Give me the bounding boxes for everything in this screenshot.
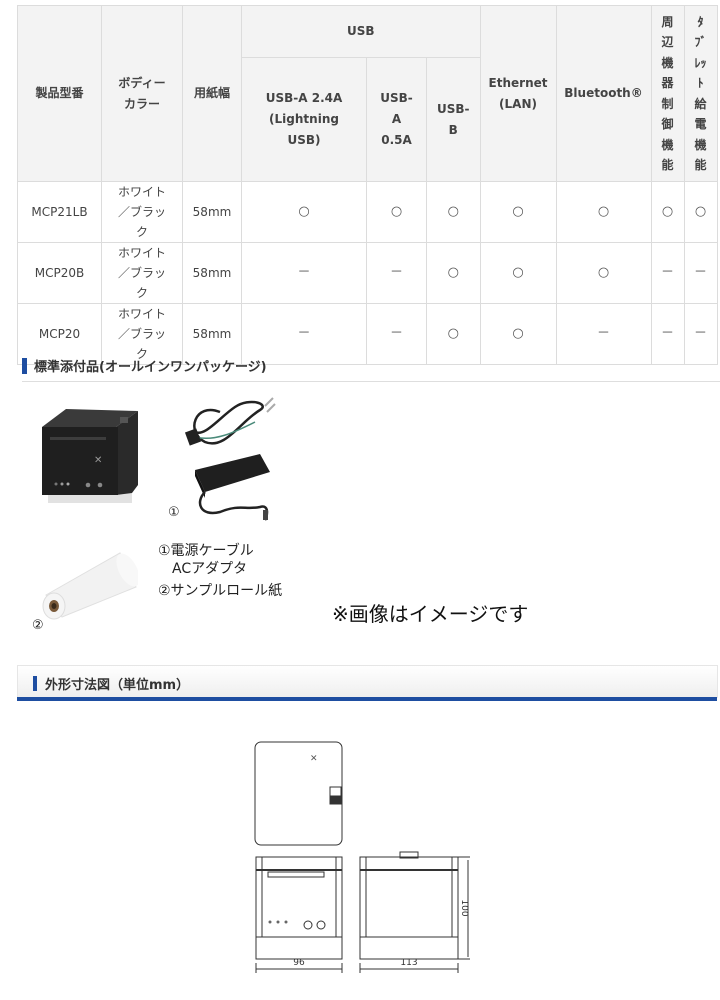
cell-model: MCP21LB xyxy=(17,181,102,243)
dimension-width-label: 96 xyxy=(293,958,305,968)
cell-usb-b: ○ xyxy=(426,242,481,304)
svg-text:✕: ✕ xyxy=(94,455,102,466)
heading-accent-bar xyxy=(22,357,27,374)
cell-bluetooth: ○ xyxy=(555,181,652,243)
accessories-heading-text: 標準添付品(オールインワンパッケージ) xyxy=(34,360,267,375)
dimensions-heading: 外形寸法図（単位mm） xyxy=(17,665,718,698)
cell-paper: 58mm xyxy=(182,242,242,304)
header-ethernet: Ethernet (LAN) xyxy=(479,5,557,182)
dimension-depth-label: 113 xyxy=(400,958,417,968)
cell-tablet-power: － xyxy=(683,242,718,304)
header-usb-a-2-4a: USB-A 2.4A (Lightning USB) xyxy=(241,57,367,182)
dimension-height-label: 100 xyxy=(459,899,469,916)
cell-bluetooth: ○ xyxy=(555,242,652,304)
header-peripheral-control: 周辺機器制御機能 xyxy=(650,5,685,182)
top-view xyxy=(254,741,343,846)
cell-usb-b: ○ xyxy=(426,303,481,365)
legend-item: ①電源ケーブル xyxy=(158,543,254,559)
legend-item: ②サンプルロール紙 xyxy=(158,583,283,599)
heading-underline xyxy=(17,697,717,701)
header-model: 製品型番 xyxy=(17,5,102,182)
header-bluetooth: Bluetooth® xyxy=(555,5,652,182)
cell-usb-a-0-5a: － xyxy=(366,242,427,304)
cell-ethernet: ○ xyxy=(479,242,557,304)
header-paper-width: 用紙幅 xyxy=(182,5,242,182)
cell-ethernet: ○ xyxy=(479,303,557,365)
dimensions-heading-text: 外形寸法図（単位mm） xyxy=(45,678,190,693)
cell-peripheral: － xyxy=(650,303,685,365)
heading-accent-bar xyxy=(33,676,37,691)
cell-tablet-power: ○ xyxy=(683,181,718,243)
table-row: MCP20B ホワイト／ブラック 58mm － － ○ ○ ○ － － xyxy=(17,242,718,304)
cell-usb-a-0-5a: ○ xyxy=(366,181,427,243)
header-usb-b: USB-B xyxy=(426,57,481,182)
header-usb-a-0-5a: USB-A 0.5A xyxy=(366,57,427,182)
label-number-2: ② xyxy=(32,618,44,633)
divider xyxy=(22,381,720,382)
cell-usb-b: ○ xyxy=(426,181,481,243)
label-number-1: ① xyxy=(168,505,180,520)
cell-color: ホワイト／ブラック xyxy=(101,181,183,243)
spec-table: 製品型番 ボディーカラー 用紙幅 USB Ethernet (LAN) Blue… xyxy=(17,5,718,365)
cell-color: ホワイト／ブラック xyxy=(101,242,183,304)
cell-tablet-power: － xyxy=(683,303,718,365)
header-body-color: ボディーカラー xyxy=(101,5,183,182)
legend-item: ACアダプタ xyxy=(158,561,248,577)
cell-peripheral: － xyxy=(650,242,685,304)
svg-text:✕: ✕ xyxy=(310,754,318,764)
header-usb-group: USB xyxy=(241,5,481,58)
sample-roll-image xyxy=(42,552,138,620)
cell-ethernet: ○ xyxy=(479,181,557,243)
header-tablet-power: ﾀﾌﾞ ﾚｯﾄ給電機能 xyxy=(683,5,718,182)
cell-peripheral: ○ xyxy=(650,181,685,243)
cell-usb-a-2-4a: ○ xyxy=(241,181,367,243)
image-disclaimer: ※画像はイメージです xyxy=(332,602,529,626)
cell-paper: 58mm xyxy=(182,181,242,243)
table-row: MCP21LB ホワイト／ブラック 58mm ○ ○ ○ ○ ○ ○ ○ xyxy=(17,181,718,243)
accessories-legend: ①電源ケーブル ACアダプタ ②サンプルロール紙 xyxy=(158,542,282,600)
ac-adapter-image xyxy=(184,397,276,521)
side-view xyxy=(359,856,459,960)
cell-usb-a-0-5a: － xyxy=(366,303,427,365)
dimension-drawing: ✕ 96 113 100 xyxy=(254,741,470,973)
cell-bluetooth: － xyxy=(555,303,652,365)
cell-usb-a-2-4a: － xyxy=(241,242,367,304)
printer-image: ✕ xyxy=(42,409,138,503)
accessories-heading: 標準添付品(オールインワンパッケージ) xyxy=(22,356,267,375)
cell-model: MCP20B xyxy=(17,242,102,304)
